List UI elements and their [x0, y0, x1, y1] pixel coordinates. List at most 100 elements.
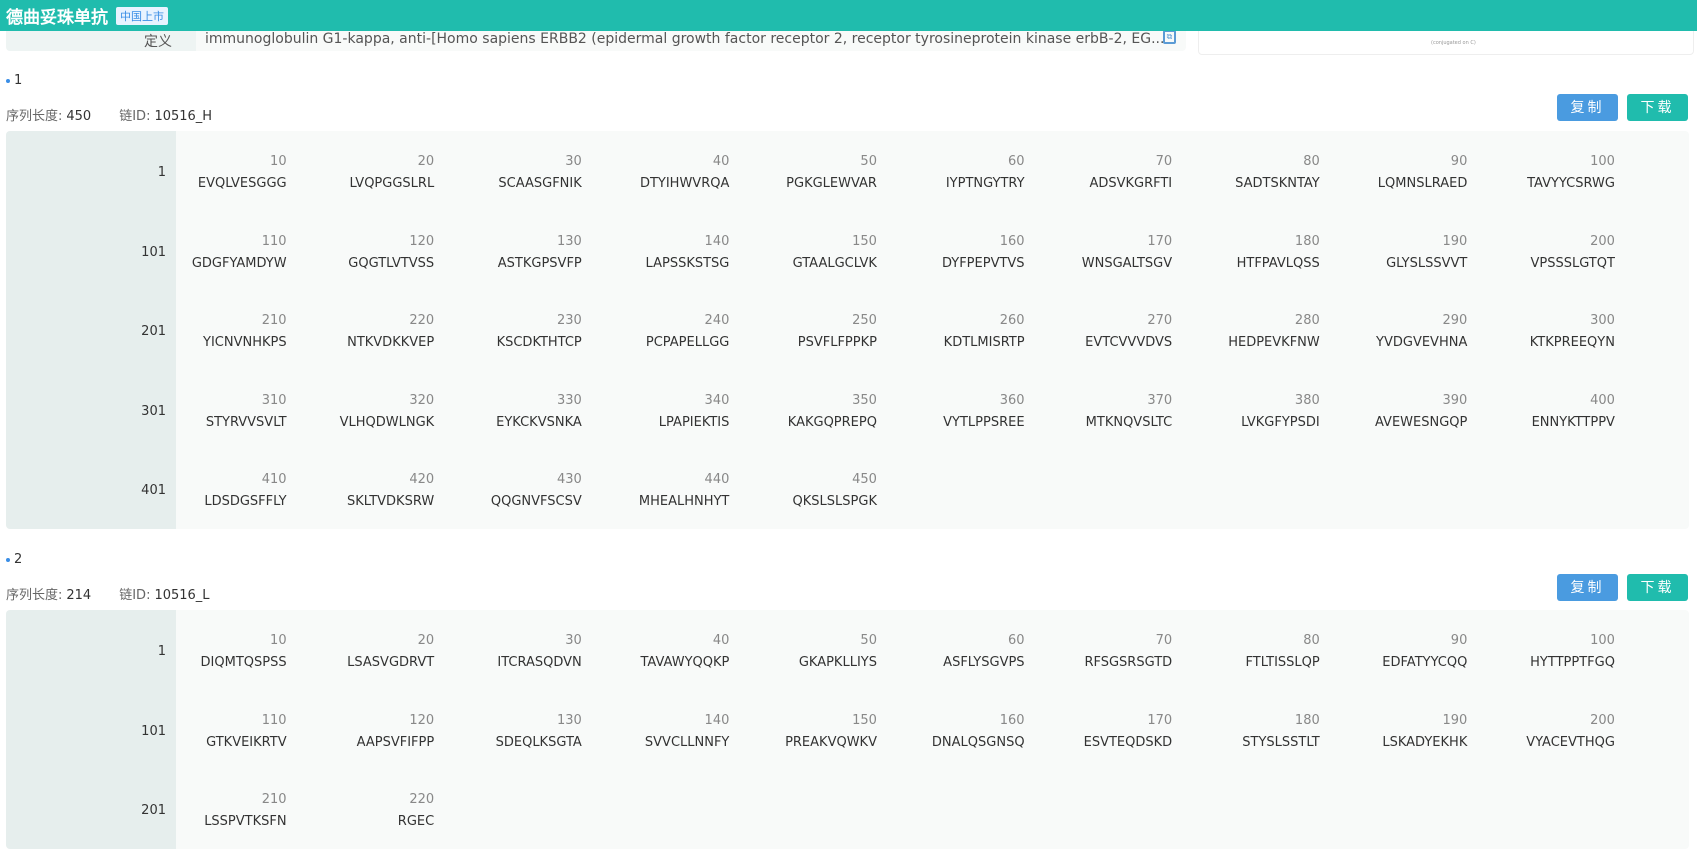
sequence-chunk: 250 PSVFLFPPKP — [729, 310, 877, 354]
sequence-chunk: 350 KAKGQPREPQ — [729, 390, 877, 434]
row-start-position: 301 — [141, 403, 166, 419]
residue-sequence: IYPTNGYTRY — [945, 176, 1025, 191]
residue-sequence: KTKPREEQYN — [1529, 335, 1615, 350]
residue-position: 70 — [1155, 154, 1173, 169]
sequence-chunk: 60 IYPTNGYTRY — [877, 151, 1025, 195]
residue-sequence: HTFPAVLQSS — [1236, 255, 1320, 271]
residue-position: 370 — [1147, 392, 1173, 408]
residue-position: 130 — [556, 712, 582, 728]
copy-button[interactable]: 复制 — [1557, 574, 1618, 601]
sequence-chunk: 300 KTKPREEQYN — [1467, 310, 1615, 354]
sequence-row: 201 210 LSSPVTKSFN 220 RGEC — [6, 769, 1689, 849]
residue-sequence: TAVYYCSRWG — [1527, 176, 1615, 191]
drug-title: 德曲妥珠单抗 — [6, 8, 108, 28]
residue-sequence: PGKGLEWVAR — [786, 176, 877, 191]
sequence-chunk: 260 KDTLMISRTP — [877, 310, 1025, 354]
row-start-position: 201 — [141, 803, 166, 818]
residue-sequence: WNSGALTSGV — [1081, 255, 1173, 271]
bullet-dot-icon — [6, 557, 10, 562]
sequence-chunk: 140 SVVCLLNNFY — [582, 710, 730, 754]
sequence-chunk: 70 ADSVKGRFTI — [1025, 151, 1173, 195]
page-header: 德曲妥珠单抗 中国上市 — [0, 0, 1697, 31]
residue-sequence: GQGTLVTVSS — [348, 255, 435, 271]
residue-position: 360 — [999, 392, 1025, 408]
residue-position: 260 — [999, 313, 1025, 328]
chain-index: 1 — [6, 73, 22, 88]
sequence-chunk: 390 AVEWESNGQP — [1320, 390, 1467, 434]
residue-sequence: MHEALHNHYT — [638, 494, 730, 509]
residue-position: 70 — [1155, 633, 1173, 648]
residue-sequence: SCAASGFNIK — [498, 176, 582, 191]
residue-position: 300 — [1590, 313, 1615, 328]
residue-position: 330 — [556, 392, 582, 408]
residue-position: 30 — [565, 633, 582, 648]
residue-sequence: HYTTPPTFGQ — [1530, 655, 1615, 670]
sequence-chunk: 90 LQMNSLRAED — [1320, 151, 1468, 195]
chain-index-label: 1 — [14, 73, 23, 88]
residue-position: 280 — [1294, 313, 1320, 328]
chain-info: 序列长度: 450 链ID: 10516_H — [6, 105, 240, 124]
residue-position: 290 — [1442, 313, 1468, 328]
residue-position: 90 — [1450, 633, 1468, 648]
residue-sequence: FTLTISSLQP — [1245, 655, 1320, 670]
residue-position: 170 — [1147, 712, 1173, 728]
residue-sequence: GKAPKLLIYS — [798, 655, 877, 670]
residue-sequence: LVKGFYPSDI — [1241, 414, 1320, 430]
sequence-chunk: 150 GTAALGCLVK — [729, 231, 877, 275]
download-button[interactable]: 下载 — [1627, 574, 1688, 601]
copy-button[interactable]: 复制 — [1557, 94, 1618, 121]
residue-position: 60 — [1008, 633, 1025, 648]
residue-position: 420 — [409, 472, 435, 487]
sequence-chunk: 30 ITCRASQDVN — [434, 630, 582, 674]
sequence-chunk: 280 HEDPEVKFNW — [1172, 310, 1320, 354]
residue-position: 100 — [1590, 633, 1615, 648]
residue-position: 80 — [1303, 633, 1320, 648]
residue-position: 90 — [1450, 154, 1468, 169]
residue-position: 400 — [1590, 392, 1615, 408]
sequence-chunk: 120 GQGTLVTVSS — [287, 231, 435, 275]
residue-position: 140 — [704, 712, 730, 728]
sequence-row: 401 410 LDSDGSFFLY 420 SKLTVDKSRW 430 QQGNVFSC… — [6, 449, 1689, 529]
residue-sequence: PCPAPELLGG — [645, 335, 730, 350]
residue-sequence: DTYIHWVRQA — [639, 176, 730, 191]
residue-sequence: LSKADYEKHK — [1382, 734, 1468, 750]
sequence-chunk: 30 SCAASGFNIK — [434, 151, 582, 195]
download-button[interactable]: 下载 — [1627, 94, 1688, 121]
sequence-chunk: 20 LVQPGGSLRL — [287, 151, 434, 195]
sequence-chunk: 190 LSKADYEKHK — [1320, 710, 1468, 754]
sequence-chunk: 290 YVDGVEVHNA — [1320, 310, 1468, 354]
residue-sequence: KDTLMISRTP — [943, 335, 1025, 350]
sequence-chunk: 160 DNALQSGNSQ — [877, 710, 1025, 754]
definition-value: immunoglobulin G1-kappa, anti-[Homo sapi… — [205, 31, 1165, 47]
residue-position: 150 — [852, 233, 877, 249]
sequence-chunk: 120 AAPSVFIFPP — [287, 710, 435, 754]
residue-position: 240 — [704, 313, 730, 328]
residue-position: 50 — [860, 154, 877, 169]
residue-position: 190 — [1442, 233, 1468, 249]
length-value: 450 — [66, 109, 92, 124]
residue-sequence: VLHQDWLNGK — [339, 414, 435, 430]
sequence-chunk: 220 NTKVDKKVEP — [287, 310, 434, 354]
residue-sequence: ASTKGPSVFP — [497, 255, 582, 271]
residue-sequence: ESVTEQDSKD — [1083, 734, 1173, 750]
residue-sequence: LAPSSKSTSG — [645, 255, 730, 271]
copy-icon[interactable]: ⧉ — [1163, 30, 1176, 44]
row-start-position: 101 — [141, 244, 166, 260]
sequence-chunk: 430 QQGNVFSCSV — [434, 469, 582, 513]
residue-position: 180 — [1294, 712, 1320, 728]
sequence-chunk: 240 PCPAPELLGG — [582, 310, 730, 354]
residue-position: 60 — [1008, 154, 1025, 169]
sequence-chunk: 330 EYKCKVSNKA — [434, 390, 582, 434]
sequence-chunk: 190 GLYSLSSVVT — [1320, 231, 1468, 275]
sequence-chunk: 400 ENNYKTTPPV — [1467, 390, 1615, 434]
residue-position: 220 — [409, 792, 435, 807]
sequence-chunk: 40 DTYIHWVRQA — [582, 151, 730, 195]
residue-position: 120 — [409, 712, 435, 728]
residue-position: 190 — [1442, 712, 1468, 728]
sequence-chunk: 100 TAVYYCSRWG — [1467, 151, 1615, 195]
residue-position: 320 — [409, 392, 435, 408]
residue-sequence: EVTCVVVDVS — [1085, 335, 1173, 350]
residue-sequence: PREAKVQWKV — [785, 734, 877, 750]
residue-position: 160 — [999, 233, 1025, 249]
sequence-chunk: 100 HYTTPPTFGQ — [1467, 630, 1615, 674]
